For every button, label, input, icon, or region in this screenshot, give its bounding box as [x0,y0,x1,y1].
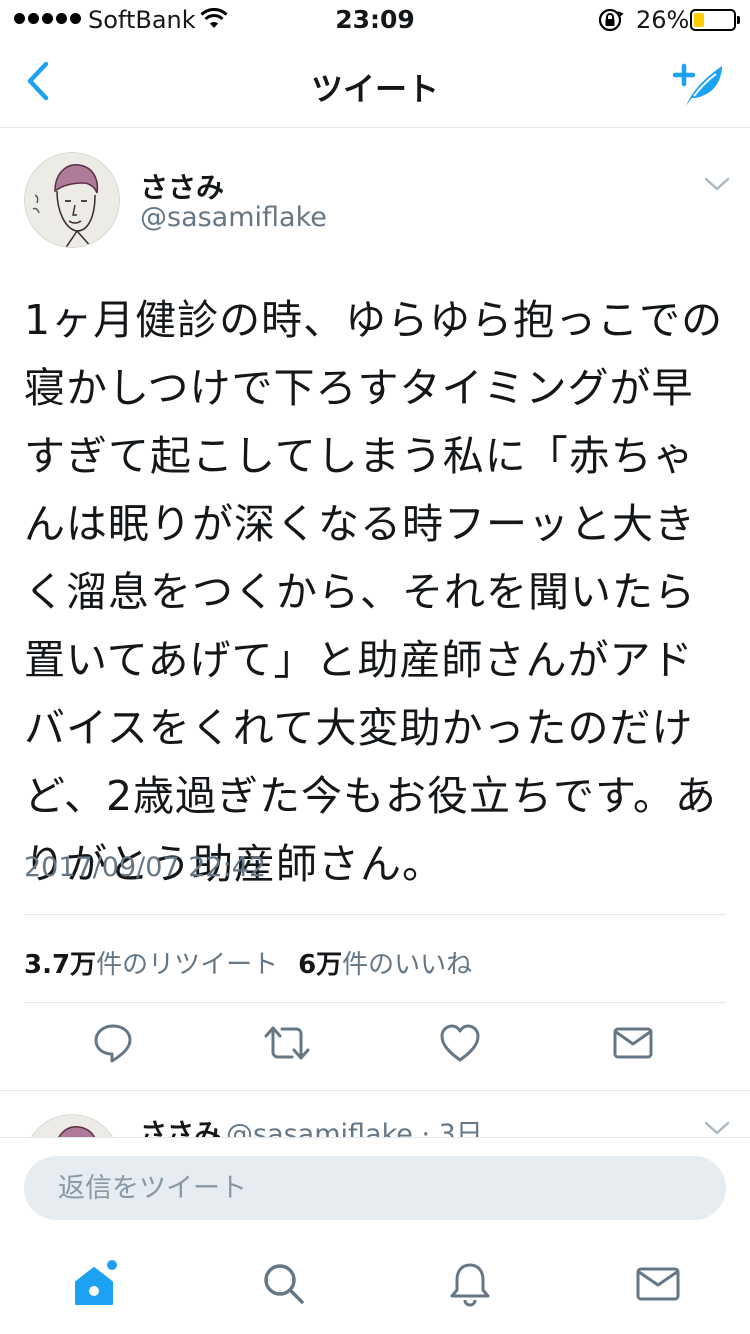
search-icon[interactable] [260,1260,308,1308]
notifications-icon[interactable] [446,1260,494,1308]
divider [24,1002,726,1003]
tweet-text: 1ヶ月健診の時、ゆらゆら抱っこでの寝かしつけで下ろすタイミングが早すぎて起こして… [24,296,724,888]
retweet-count[interactable]: 3.7万 [24,944,96,981]
author-avatar[interactable] [24,152,120,248]
tab-bar [0,1234,750,1334]
like-label[interactable]: 件のいいね [342,944,472,981]
compose-tweet-icon[interactable] [672,58,728,110]
author-name[interactable]: ささみ [140,166,224,206]
divider [0,1090,750,1091]
chevron-down-icon[interactable] [704,176,730,192]
reply-input[interactable] [24,1156,726,1220]
retweet-icon[interactable] [262,1022,312,1064]
next-tweet-meta: @sasamiflake · 3日 [226,1119,483,1137]
page-title: ツイート [310,70,439,108]
divider [24,914,726,915]
status-bar: SoftBank 23:09 26% [0,0,750,40]
tweet-actions [0,1022,750,1078]
author-handle[interactable]: @sasamiflake [140,202,327,233]
reply-bar [0,1137,750,1234]
battery-percentage: 26% [636,6,690,34]
next-tweet-preview[interactable]: ささみ @sasamiflake · 3日 [0,1092,750,1137]
orientation-lock-icon [598,8,624,32]
retweet-label[interactable]: 件のリツイート [96,944,278,981]
reply-icon[interactable] [92,1022,134,1064]
tweet-stats: 3.7万 件のリツイート 6万 件のいいね [24,944,472,981]
home-icon[interactable] [72,1260,120,1308]
like-icon[interactable] [439,1022,481,1064]
like-count[interactable]: 6万 [298,944,342,981]
next-author-name[interactable]: ささみ [140,1112,221,1137]
navigation-bar: ツイート [0,40,750,128]
message-icon[interactable] [612,1022,654,1064]
battery-icon [690,9,740,31]
avatar-drawing [25,1115,119,1137]
author-avatar[interactable] [24,1114,120,1137]
messages-icon[interactable] [634,1260,682,1308]
chevron-down-icon[interactable] [704,1120,730,1136]
avatar-drawing [25,153,119,247]
tweet-timestamp: 2017/09/07 22:42 [24,852,267,883]
